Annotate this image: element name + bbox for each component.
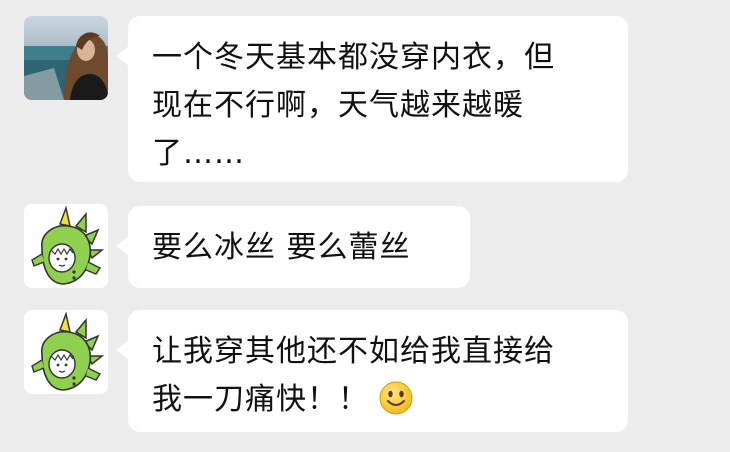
dinosaur-icon bbox=[24, 310, 108, 394]
message-1-line-2: 现在不行啊，天气越来越暖 bbox=[152, 88, 524, 123]
photo-avatar[interactable] bbox=[24, 16, 108, 100]
message-bubble-2[interactable]: 要么冰丝 要么蕾丝 bbox=[116, 206, 470, 288]
chat-window: 一个冬天基本都没穿内衣，但 现在不行啊，天气越来越暖 了…… 要么冰丝 要么蕾丝… bbox=[0, 0, 730, 452]
smiling-face-emoji-icon bbox=[379, 381, 413, 430]
message-3-line-2: 我一刀痛快！！ bbox=[152, 382, 369, 417]
photo-avatar-image bbox=[24, 16, 108, 100]
message-bubble-1[interactable]: 一个冬天基本都没穿内衣，但 现在不行啊，天气越来越暖 了…… bbox=[116, 16, 628, 182]
dinosaur-avatar[interactable] bbox=[24, 204, 108, 288]
message-3-line-1: 让我穿其他还不如给我直接给 bbox=[152, 334, 555, 369]
message-3-line-2-row: 我一刀痛快！！ bbox=[152, 376, 606, 430]
message-2-line-1: 要么冰丝 要么蕾丝 bbox=[152, 230, 411, 265]
message-bubble-3[interactable]: 让我穿其他还不如给我直接给 我一刀痛快！！ bbox=[116, 310, 628, 432]
dinosaur-avatar[interactable] bbox=[24, 310, 108, 394]
message-1-line-3: 了…… bbox=[152, 136, 245, 171]
message-1-line-1: 一个冬天基本都没穿内衣，但 bbox=[152, 40, 555, 75]
dinosaur-icon bbox=[24, 204, 108, 288]
